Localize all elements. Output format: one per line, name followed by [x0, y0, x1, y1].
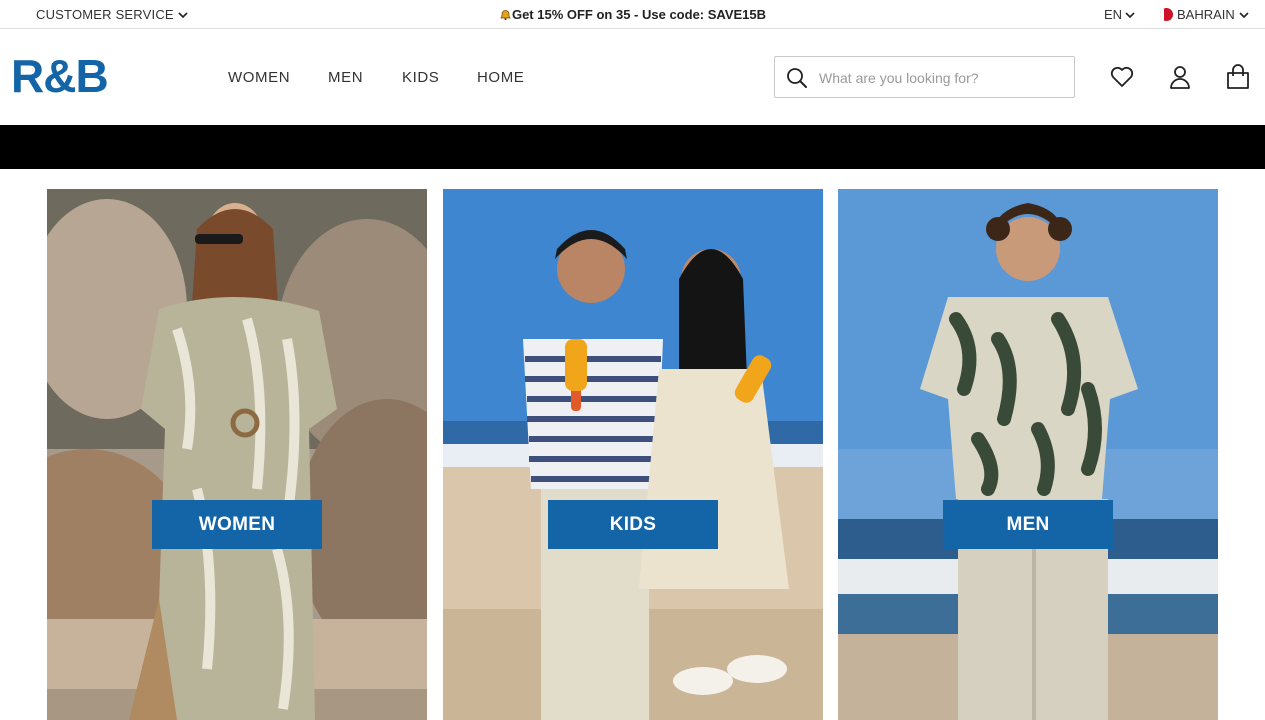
- chevron-down-icon: [1239, 11, 1249, 18]
- promo-banner: Get 15% OFF on 35 - Use code: SAVE15B: [0, 7, 1265, 22]
- top-utility-bar: CUSTOMER SERVICE Get 15% OFF on 35 - Use…: [0, 0, 1265, 29]
- promo-link[interactable]: Get 15% OFF on 35 - Use code: SAVE15B: [499, 7, 766, 22]
- nav-item-men[interactable]: MEN: [328, 69, 363, 86]
- nav-item-women[interactable]: WOMEN: [228, 69, 290, 86]
- chevron-down-icon: [178, 11, 188, 18]
- nav-item-home[interactable]: HOME: [477, 69, 524, 86]
- shop-women-button[interactable]: WOMEN: [152, 500, 322, 549]
- language-label: EN: [1104, 7, 1123, 22]
- search-input[interactable]: [819, 67, 1064, 89]
- shop-kids-button[interactable]: KIDS: [548, 500, 718, 549]
- shop-men-button[interactable]: MEN: [943, 500, 1113, 549]
- shopping-bag-icon[interactable]: [1225, 64, 1251, 90]
- category-tile-women[interactable]: WOMEN: [47, 189, 427, 720]
- language-selector[interactable]: EN: [1104, 7, 1135, 22]
- search-icon[interactable]: [786, 67, 808, 89]
- bell-icon: [500, 10, 511, 21]
- customer-service-dropdown[interactable]: CUSTOMER SERVICE: [36, 7, 188, 22]
- women-category-photo: [47, 189, 427, 720]
- bahrain-flag-icon: [1160, 8, 1173, 21]
- chevron-down-icon: [1125, 11, 1135, 18]
- category-tile-men[interactable]: MEN: [838, 189, 1218, 720]
- country-label: BAHRAIN: [1177, 7, 1235, 22]
- heart-icon[interactable]: [1109, 64, 1135, 90]
- promo-text: Get 15% OFF on 35 - Use code: SAVE15B: [511, 7, 767, 22]
- customer-service-label: CUSTOMER SERVICE: [36, 7, 174, 22]
- user-icon[interactable]: [1167, 64, 1193, 90]
- search-box: [774, 56, 1075, 98]
- main-header: R&B WOMEN MEN KIDS HOME: [0, 29, 1265, 125]
- brand-logo[interactable]: R&B: [11, 53, 109, 99]
- kids-category-photo: [443, 189, 823, 720]
- nav-item-kids[interactable]: KIDS: [402, 69, 439, 86]
- promo-strip[interactable]: [0, 125, 1265, 169]
- category-tile-kids[interactable]: KIDS: [443, 189, 823, 720]
- country-selector[interactable]: BAHRAIN: [1160, 7, 1249, 22]
- men-category-photo: [838, 189, 1218, 720]
